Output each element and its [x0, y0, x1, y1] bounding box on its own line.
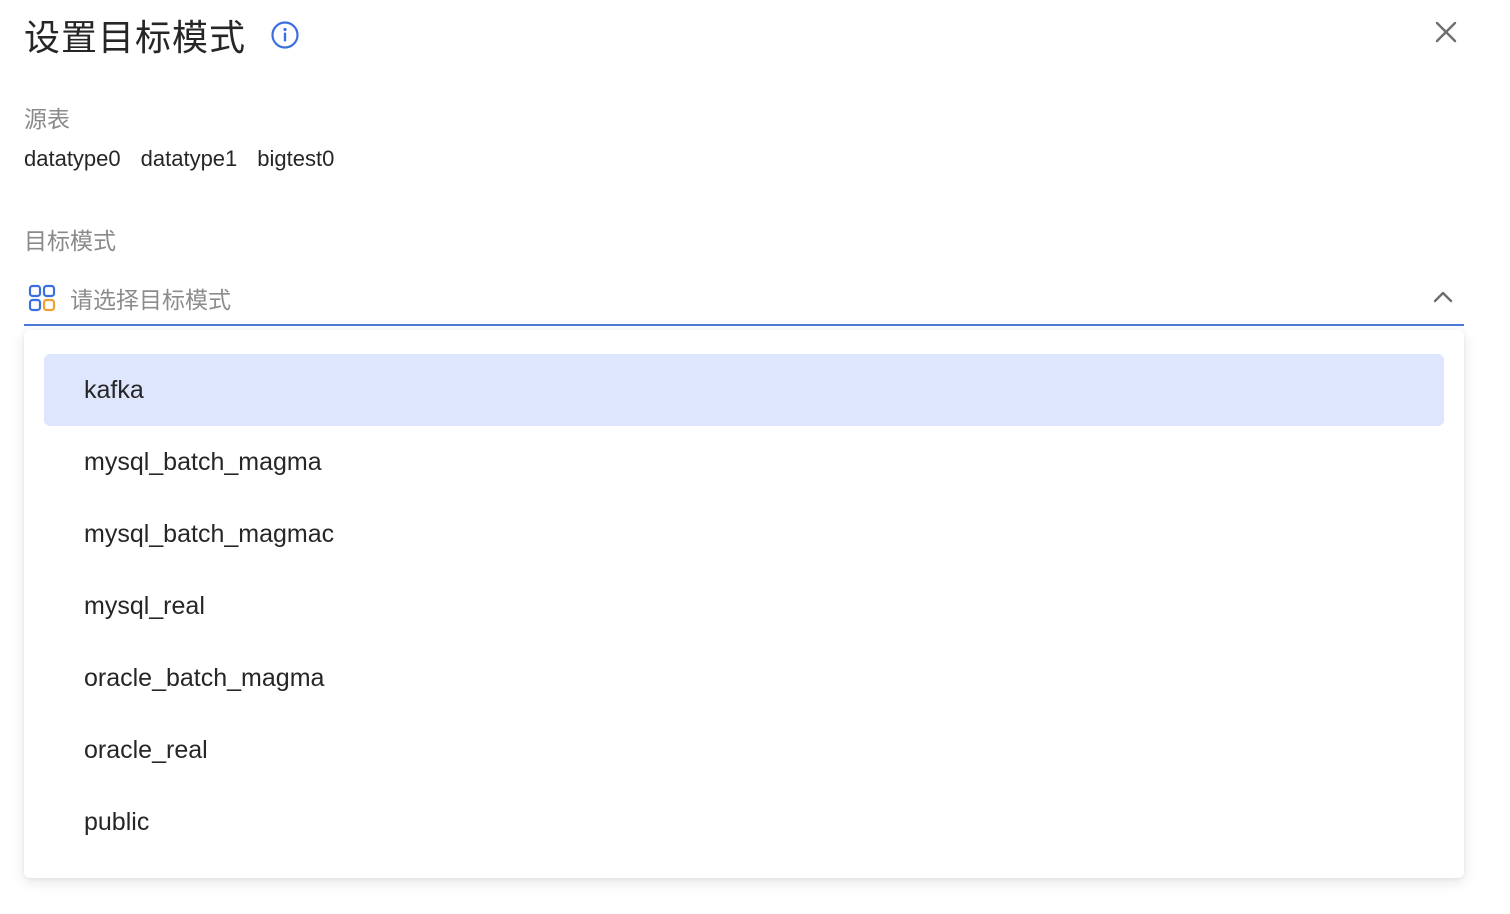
target-schema-dropdown: kafka mysql_batch_magma mysql_batch_magm…: [24, 330, 1464, 878]
source-table-item: bigtest0: [257, 146, 335, 171]
close-button[interactable]: [1430, 18, 1462, 50]
source-table-item: datatype1: [140, 146, 238, 171]
dropdown-option-mysql-batch-magma[interactable]: mysql_batch_magma: [44, 426, 1444, 498]
source-table-item: datatype0: [24, 146, 121, 171]
dialog-title: 设置目标模式: [24, 18, 247, 59]
target-schema-label: 目标模式: [24, 229, 116, 255]
source-table-list: datatype0 datatype1 bigtest0: [24, 146, 334, 172]
dropdown-option-oracle-real[interactable]: oracle_real: [44, 714, 1444, 786]
grid-icon: [28, 284, 56, 312]
dropdown-option-mysql-real[interactable]: mysql_real: [44, 570, 1444, 642]
set-target-schema-dialog: 设置目标模式 源表 datatype0 datatype1 bigtest0 目…: [0, 0, 1510, 914]
chevron-up-icon[interactable]: [1430, 284, 1456, 310]
dropdown-option-public[interactable]: public: [44, 786, 1444, 858]
close-icon: [1433, 19, 1459, 50]
dropdown-option-kafka[interactable]: kafka: [44, 354, 1444, 426]
dropdown-option-oracle-batch-magma[interactable]: oracle_batch_magma: [44, 642, 1444, 714]
select-placeholder: 请选择目标模式: [70, 288, 231, 314]
dropdown-option-mysql-batch-magmac[interactable]: mysql_batch_magmac: [44, 498, 1444, 570]
target-schema-select[interactable]: 请选择目标模式: [24, 272, 1464, 326]
dialog-header: 设置目标模式: [24, 10, 300, 60]
info-icon[interactable]: [270, 20, 300, 50]
source-table-label: 源表: [24, 107, 70, 133]
